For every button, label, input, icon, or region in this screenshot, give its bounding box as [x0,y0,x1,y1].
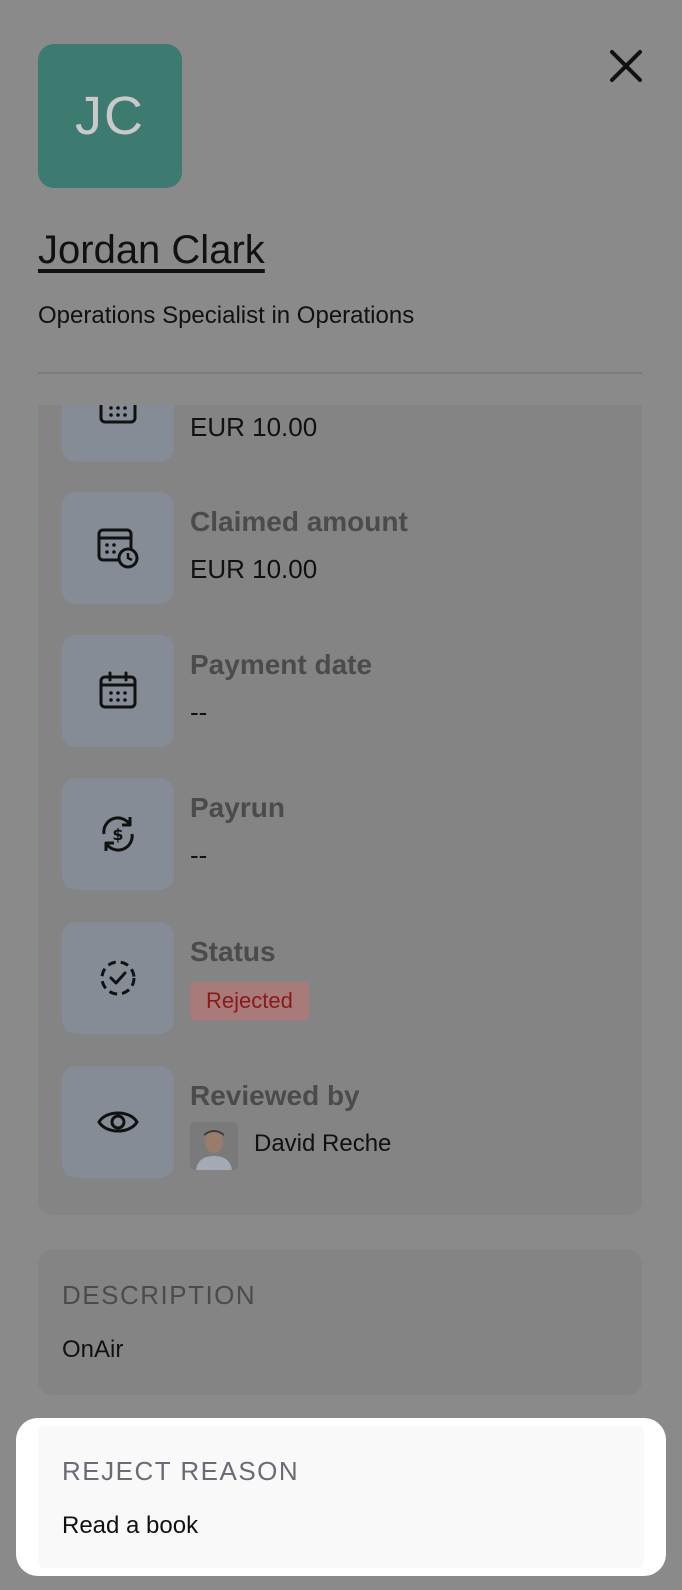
reviewed-by-label: Reviewed by [190,1080,360,1111]
detail-row-partial: EUR 10.00 [62,405,622,462]
description-card: DESCRIPTION OnAir [38,1250,642,1395]
detail-row-status: Status Rejected [62,922,622,1034]
reviewer-name: David Reche [254,1130,392,1157]
avatar: JC [38,44,182,188]
calendar-icon [99,671,137,709]
calendar-clock-icon [97,528,139,569]
svg-text:$: $ [112,825,123,844]
description-title: DESCRIPTION [62,1280,257,1310]
icon-tile [62,492,174,604]
claimed-amount-value: EUR 10.00 [190,554,318,584]
close-button[interactable] [598,38,654,94]
payment-date-label: Payment date [190,649,373,680]
calendar-icon [99,405,137,424]
detail-row-claimed-amount: Claimed amount EUR 10.00 [62,492,622,604]
icon-tile [62,405,174,462]
detail-row-reviewed-by: Reviewed by David Reche [62,1066,622,1178]
icon-tile [62,1066,174,1178]
divider [38,372,642,374]
reject-reason-text: Read a book [62,1512,199,1539]
person-photo-icon [190,1122,238,1170]
details-card: EUR 10.00 Claimed amount EUR 10.00 Payme… [38,405,642,1215]
icon-tile [62,635,174,747]
detail-row-payrun: $ Payrun -- [62,778,622,890]
reviewer-avatar [190,1122,238,1170]
payment-date-value: -- [190,697,208,727]
status-label: Status [190,936,276,967]
close-icon [610,50,642,82]
reject-reason-highlight: REJECT REASON Read a book [16,1418,666,1576]
icon-tile [62,922,174,1034]
expense-detail-panel: JC Jordan Clark Operations Specialist in… [0,0,682,1590]
payrun-label: Payrun [190,792,285,823]
claimed-amount-label: Claimed amount [190,506,408,537]
reject-reason-title: REJECT REASON [62,1456,300,1486]
status-check-icon [100,960,136,996]
eye-icon [97,1111,139,1133]
status-badge: Rejected [190,982,309,1020]
reject-reason-card: REJECT REASON Read a book [38,1426,644,1568]
description-text: OnAir [62,1336,124,1363]
employee-name-link[interactable]: Jordan Clark [38,228,265,273]
avatar-initials: JC [75,86,145,146]
employee-role: Operations Specialist in Operations [38,302,415,329]
payrun-value: -- [190,840,208,870]
partial-value: EUR 10.00 [190,412,318,442]
detail-row-payment-date: Payment date -- [62,635,622,747]
icon-tile: $ [62,778,174,890]
payrun-cycle-icon: $ [102,816,134,852]
